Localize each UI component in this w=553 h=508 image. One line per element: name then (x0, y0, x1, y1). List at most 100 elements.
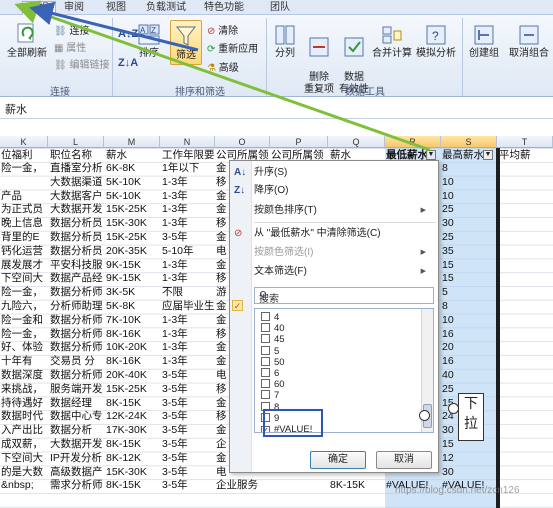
cell-m[interactable]: 8K-15K (106, 397, 141, 411)
checkbox-icon[interactable] (261, 390, 270, 400)
cell-l[interactable]: 分析师助理 (50, 300, 103, 314)
cell-n[interactable]: 3-5年 (162, 397, 188, 411)
cell-n[interactable]: 应届毕业生 (162, 300, 215, 314)
cell-k[interactable]: 展发展才 (1, 259, 43, 273)
ok-button[interactable]: 确定 (310, 451, 366, 469)
cell-l[interactable]: 数据分析师 (50, 314, 103, 328)
cell-l[interactable]: 平安科技服 (50, 259, 103, 273)
cell-m[interactable]: 10K-20K (106, 341, 147, 355)
header-cell-n[interactable]: 工作年限要 (162, 148, 215, 162)
cell-l[interactable]: 大数据渠道 (50, 176, 103, 190)
column-header-m[interactable]: M (104, 136, 160, 148)
cell-s[interactable]: 20 (442, 341, 454, 355)
cell-l[interactable]: 交易员 分 (50, 355, 95, 369)
cell-s[interactable]: 10 (442, 314, 454, 328)
cell-k[interactable]: 为正式员 (1, 203, 43, 217)
menu-sort-ascending[interactable]: 升序(S) (254, 166, 287, 179)
edit-links-button[interactable]: ⛓ 编辑链接 (54, 59, 109, 72)
cell-s[interactable]: 25 (442, 203, 454, 217)
filter-list-item[interactable]: 60 (261, 379, 285, 391)
cell-l[interactable]: 服务端开发 (50, 383, 103, 397)
cell-o[interactable]: 电 (216, 466, 227, 480)
filter-list-item[interactable]: 4 (261, 312, 279, 324)
formula-bar[interactable]: 薪水 (0, 97, 553, 119)
cell-o[interactable]: 金 (216, 203, 227, 217)
cell-n[interactable]: 3-5年 (162, 231, 188, 245)
consolidate-button[interactable]: 合并计算 (372, 24, 412, 60)
cell-n[interactable]: 不限 (162, 286, 183, 300)
cell-l[interactable]: 大数据开发 (50, 438, 103, 452)
header-cell-s[interactable]: 最高薪水 (442, 148, 484, 162)
cell-n[interactable]: 3-5年 (162, 452, 188, 466)
checkbox-icon[interactable] (261, 368, 270, 377)
column-header-q[interactable]: Q (328, 136, 385, 148)
cell-o[interactable]: 移 (216, 176, 227, 190)
properties-button[interactable]: ▦ 属性 (54, 42, 86, 55)
cell-n[interactable]: 1-3年 (162, 217, 188, 231)
cell-o[interactable]: 金 (216, 397, 227, 411)
tab-data[interactable]: 数据 (22, 1, 56, 15)
filter-list-item[interactable]: 45 (261, 334, 285, 346)
cell-m[interactable]: 5K-8K (106, 300, 135, 314)
cell-k[interactable]: 好、体验 (1, 341, 43, 355)
cell-n[interactable]: 1-3年 (162, 259, 188, 273)
cell-s[interactable]: 40 (442, 369, 454, 383)
cell-m[interactable]: 6K-8K (106, 162, 135, 176)
cell-n[interactable]: 1-3年 (162, 341, 188, 355)
menu-sort-descending[interactable]: 降序(O) (254, 184, 288, 197)
cell-n[interactable]: 1年以下 (162, 162, 199, 176)
cell-o[interactable]: 电 (216, 369, 227, 383)
filter-button[interactable]: 筛选 (170, 20, 202, 65)
sort-button[interactable]: A Z 排序 (136, 24, 162, 60)
tab-features[interactable]: 特色功能 (198, 1, 250, 15)
cell-n[interactable]: 3-5年 (162, 410, 188, 424)
cell-l[interactable]: 数据分析师 (50, 328, 103, 342)
cell-s[interactable]: 10 (442, 176, 454, 190)
cell-k[interactable]: 成双薪， (1, 438, 43, 452)
cell-s[interactable]: 15 (442, 272, 454, 286)
cell-k[interactable]: 背里的E (1, 231, 40, 245)
cell-n[interactable]: 1-3年 (162, 328, 188, 342)
column-header-o[interactable]: O (215, 136, 270, 148)
cell-n[interactable]: 3-5年 (162, 479, 188, 493)
filter-list-item[interactable]: 7 (261, 390, 279, 402)
column-header-k[interactable]: K (0, 136, 48, 148)
cell-m[interactable]: 5K-10K (106, 176, 141, 190)
cell-o[interactable]: 金 (216, 259, 227, 273)
refresh-all-button[interactable]: 全部刷新 (6, 22, 48, 60)
cell-m[interactable]: 7K-10K (106, 314, 141, 328)
cell-k[interactable]: 晚上信息 (1, 217, 43, 231)
cell-m[interactable]: 3K-5K (106, 286, 135, 300)
cell-o[interactable]: 金 (216, 300, 227, 314)
cell-l[interactable]: 数据分析员 (50, 245, 103, 259)
cell-s[interactable]: 8 (442, 300, 448, 314)
cell-l[interactable]: 大数据客户 (50, 190, 103, 204)
cell-n[interactable]: 5-10年 (162, 245, 194, 259)
connections-button[interactable]: ⛓ 连接 (54, 25, 89, 38)
menu-text-filter[interactable]: 文本筛选(F) ▶ (254, 265, 434, 278)
header-cell-m[interactable]: 薪水 (106, 148, 127, 162)
cell-k[interactable]: 持待遇好 (1, 397, 43, 411)
filter-list-item[interactable]: 6 (261, 368, 279, 380)
cell-l[interactable]: 需求分析师 (50, 479, 103, 493)
cell-o[interactable]: 游 (216, 286, 227, 300)
cell-o[interactable]: 企业服务 (216, 479, 258, 493)
cell-l[interactable]: 直播室分析 (50, 162, 103, 176)
group-button[interactable]: 创建组 (464, 24, 504, 60)
filter-list-item[interactable]: 50 (261, 356, 285, 369)
cell-k[interactable]: 下空间大 (1, 272, 43, 286)
cell-k[interactable]: 十年有 (1, 355, 33, 369)
cell-s[interactable]: 30 (442, 466, 454, 480)
cell-l[interactable]: 大数据开发 (50, 203, 103, 217)
cell-o[interactable]: 移 (216, 383, 227, 397)
cell-m[interactable]: 17K-30K (106, 424, 147, 438)
cell-m[interactable]: 15K-25K (106, 383, 147, 397)
cell-l[interactable]: 数据分析 (50, 424, 92, 438)
cell-m[interactable]: 9K-15K (106, 259, 141, 273)
cell-k[interactable]: 险一金， (1, 286, 43, 300)
cell-l[interactable]: 数据分析员 (50, 231, 103, 245)
cell-k[interactable]: 险一金和 (1, 314, 43, 328)
filter-search-input[interactable]: 搜索 ⚲ (254, 287, 434, 305)
cell-s[interactable]: 25 (442, 383, 454, 397)
tab-view[interactable]: 视图 (100, 1, 132, 15)
